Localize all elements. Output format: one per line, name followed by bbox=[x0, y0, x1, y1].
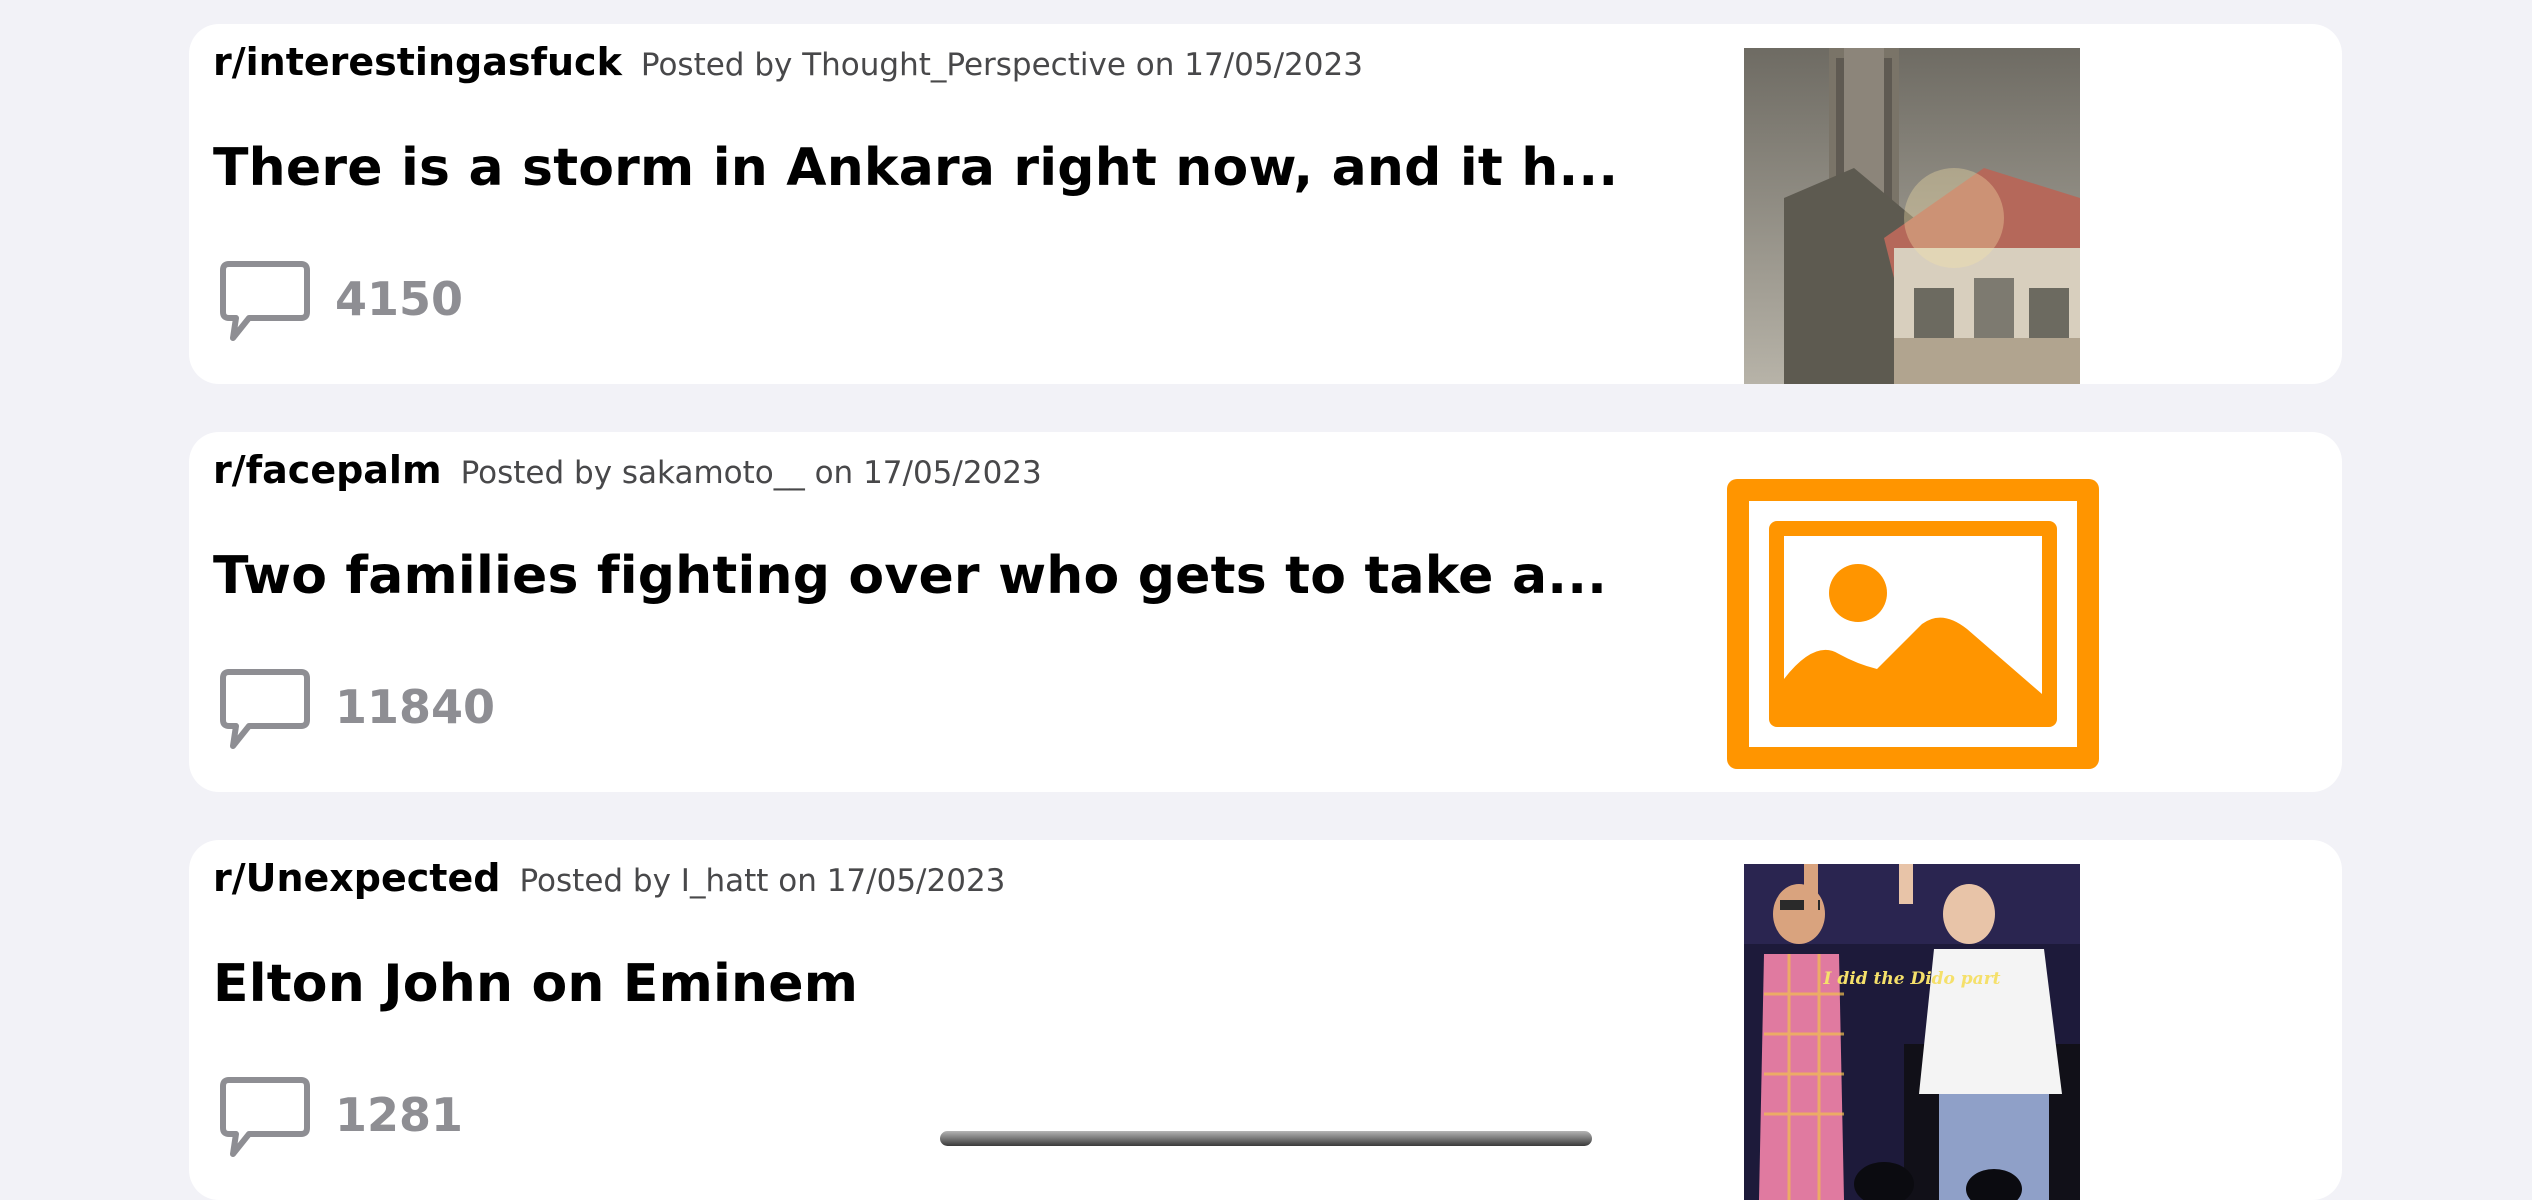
post-meta: r/Unexpected Posted by I_hatt on 17/05/2… bbox=[213, 856, 1005, 900]
comment-bubble-icon bbox=[220, 261, 310, 341]
post-meta: r/facepalm Posted by sakamoto__ on 17/05… bbox=[213, 448, 1042, 492]
post-thumbnail[interactable] bbox=[1727, 479, 2099, 769]
image-placeholder-icon bbox=[1727, 479, 2099, 769]
comment-bubble-icon bbox=[220, 1077, 310, 1157]
post-meta: r/interestingasfuck Posted by Thought_Pe… bbox=[213, 40, 1363, 84]
comment-bubble-icon bbox=[220, 669, 310, 749]
posted-by-text: Posted by sakamoto__ on 17/05/2023 bbox=[460, 455, 1042, 491]
subreddit-link[interactable]: r/interestingasfuck bbox=[213, 40, 622, 84]
storm-building-photo bbox=[1744, 48, 2080, 384]
post-feed: r/interestingasfuck Posted by Thought_Pe… bbox=[0, 0, 2532, 1200]
comments-button[interactable]: 4150 bbox=[219, 260, 463, 346]
comments-button[interactable]: 1281 bbox=[219, 1076, 463, 1162]
post-title[interactable]: Two families fighting over who gets to t… bbox=[213, 546, 1607, 606]
post-title[interactable]: There is a storm in Ankara right now, an… bbox=[213, 138, 1618, 198]
posted-by-text: Posted by Thought_Perspective on 17/05/2… bbox=[640, 47, 1363, 83]
subreddit-link[interactable]: r/facepalm bbox=[213, 448, 442, 492]
post-card[interactable]: r/facepalm Posted by sakamoto__ on 17/05… bbox=[189, 432, 2342, 792]
posted-by-text: Posted by I_hatt on 17/05/2023 bbox=[519, 863, 1006, 899]
elton-eminem-photo: I did the Dido part bbox=[1744, 864, 2080, 1200]
thumbnail-caption: I did the Dido part bbox=[1822, 969, 2000, 989]
post-thumbnail[interactable]: I did the Dido part bbox=[1744, 864, 2080, 1200]
comment-count: 11840 bbox=[335, 680, 496, 734]
post-card[interactable]: r/interestingasfuck Posted by Thought_Pe… bbox=[189, 24, 2342, 384]
comment-count: 1281 bbox=[335, 1088, 464, 1142]
post-thumbnail[interactable] bbox=[1744, 48, 2080, 384]
comments-button[interactable]: 11840 bbox=[219, 668, 495, 754]
post-title[interactable]: Elton John on Eminem bbox=[213, 954, 858, 1014]
comment-count: 4150 bbox=[335, 272, 464, 326]
subreddit-link[interactable]: r/Unexpected bbox=[213, 856, 500, 900]
home-indicator[interactable] bbox=[940, 1131, 1592, 1146]
post-card[interactable]: r/Unexpected Posted by I_hatt on 17/05/2… bbox=[189, 840, 2342, 1200]
